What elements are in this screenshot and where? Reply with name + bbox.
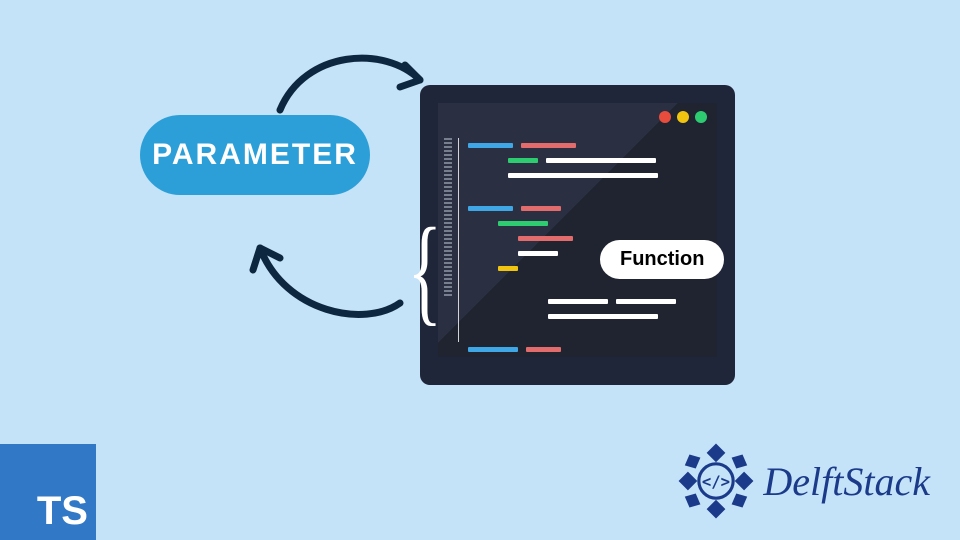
window-controls	[659, 111, 707, 123]
parameter-pill: PARAMETER	[140, 115, 370, 195]
window-dot-green	[695, 111, 707, 123]
brand: </> DelftStack	[677, 442, 930, 520]
typescript-badge: TS	[0, 444, 96, 540]
window-dot-yellow	[677, 111, 689, 123]
delftstack-logo-icon: </>	[677, 442, 755, 520]
curved-arrow-left-icon	[235, 208, 415, 328]
svg-text:</>: </>	[702, 473, 730, 491]
brand-name: DelftStack	[763, 458, 930, 505]
code-window	[420, 85, 735, 385]
parameter-label: PARAMETER	[152, 138, 358, 172]
window-dot-red	[659, 111, 671, 123]
curly-brace-icon: {	[408, 210, 443, 330]
gutter-rule	[458, 138, 459, 342]
curved-arrow-right-icon	[265, 35, 445, 125]
function-label: Function	[620, 248, 704, 270]
line-gutter	[444, 138, 452, 342]
typescript-badge-text: TS	[37, 489, 88, 534]
function-pill: Function	[600, 240, 724, 279]
